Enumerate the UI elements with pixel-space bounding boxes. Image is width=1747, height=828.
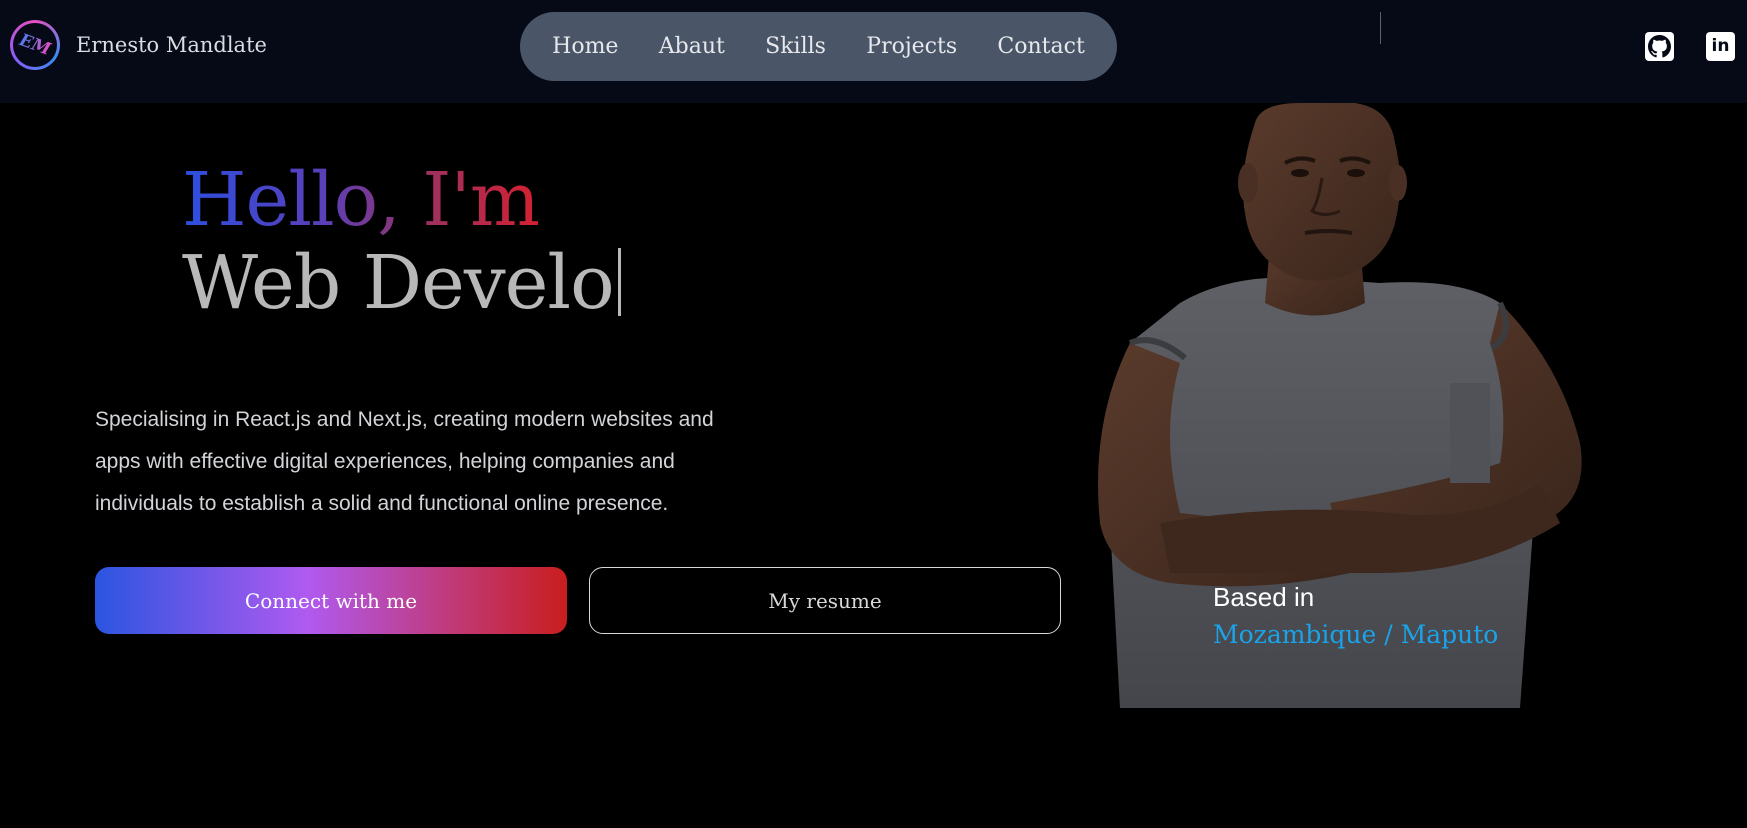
- nav-link-about[interactable]: Abaut: [659, 34, 725, 59]
- logo-inner: EM: [13, 23, 57, 67]
- nav-link-home[interactable]: Home: [552, 34, 618, 59]
- page: EM Ernesto Mandlate Home Abaut Skills Pr…: [0, 0, 1747, 828]
- connect-button[interactable]: Connect with me: [95, 567, 567, 634]
- based-in-label: Based in: [1213, 582, 1315, 612]
- hero-role-typed: Web Develo: [182, 240, 615, 326]
- hero-description: Specialising in React.js and Next.js, cr…: [95, 408, 714, 515]
- nav-link-contact[interactable]: Contact: [997, 34, 1084, 59]
- logo[interactable]: EM: [10, 20, 60, 70]
- typing-cursor: [617, 248, 621, 316]
- logo-initials: EM: [16, 30, 54, 60]
- top-navbar: EM Ernesto Mandlate Home Abaut Skills Pr…: [0, 0, 1747, 103]
- main-nav: Home Abaut Skills Projects Contact: [520, 12, 1117, 81]
- github-icon: [1648, 35, 1671, 58]
- nav-link-skills[interactable]: Skills: [765, 34, 826, 59]
- brand-name[interactable]: Ernesto Mandlate: [76, 33, 267, 57]
- linkedin-link[interactable]: in: [1706, 32, 1735, 61]
- github-link[interactable]: [1645, 32, 1674, 61]
- header-divider: [1380, 12, 1381, 44]
- nav-link-projects[interactable]: Projects: [866, 34, 957, 59]
- linkedin-icon: in: [1711, 36, 1730, 56]
- hero-greeting: Hello, I'm: [182, 157, 540, 243]
- hero-role-line: Web Develo: [182, 246, 621, 320]
- resume-button[interactable]: My resume: [589, 567, 1061, 634]
- based-in-location: Mozambique / Maputo: [1213, 620, 1499, 649]
- profile-photo: [1098, 103, 1582, 708]
- head-shape: [1242, 103, 1400, 281]
